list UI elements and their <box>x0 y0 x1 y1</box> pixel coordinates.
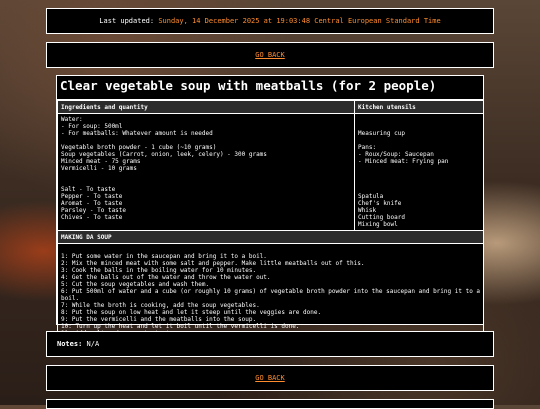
last-updated-banner: Last updated: Sunday, 14 December 2025 a… <box>46 8 494 34</box>
utensils-header: Kitchen utensils <box>353 100 485 114</box>
last-updated-label: Last updated: <box>99 17 159 25</box>
recipe-card: Clear vegetable soup with meatballs (for… <box>56 75 485 347</box>
go-back-bar-bottom: GO BACK <box>46 365 494 391</box>
footer-box-edge <box>46 399 494 409</box>
recipe-table: Ingredients and quantity Kitchen utensil… <box>56 100 485 347</box>
last-updated-date: Sunday, 14 December 2025 at 19:03:48 Cen… <box>158 17 441 25</box>
notes-box: Notes: N/A <box>46 331 494 357</box>
go-back-bar-top: GO BACK <box>46 42 494 68</box>
go-back-link-bottom[interactable]: GO BACK <box>255 374 285 382</box>
ingredients-list: Water: - For soup: 500ml - For meatballs… <box>57 113 355 231</box>
recipe-title: Clear vegetable soup with meatballs (for… <box>57 76 483 100</box>
notes-value: N/A <box>86 340 100 348</box>
utensils-list: Measuring cup Pans: - Roux/Soup: Saucepa… <box>353 113 485 231</box>
notes-label: Notes: <box>57 340 83 348</box>
go-back-link[interactable]: GO BACK <box>255 51 285 59</box>
ingredients-header: Ingredients and quantity <box>57 100 355 114</box>
steps-header: MAKING DA SOUP <box>56 230 485 244</box>
